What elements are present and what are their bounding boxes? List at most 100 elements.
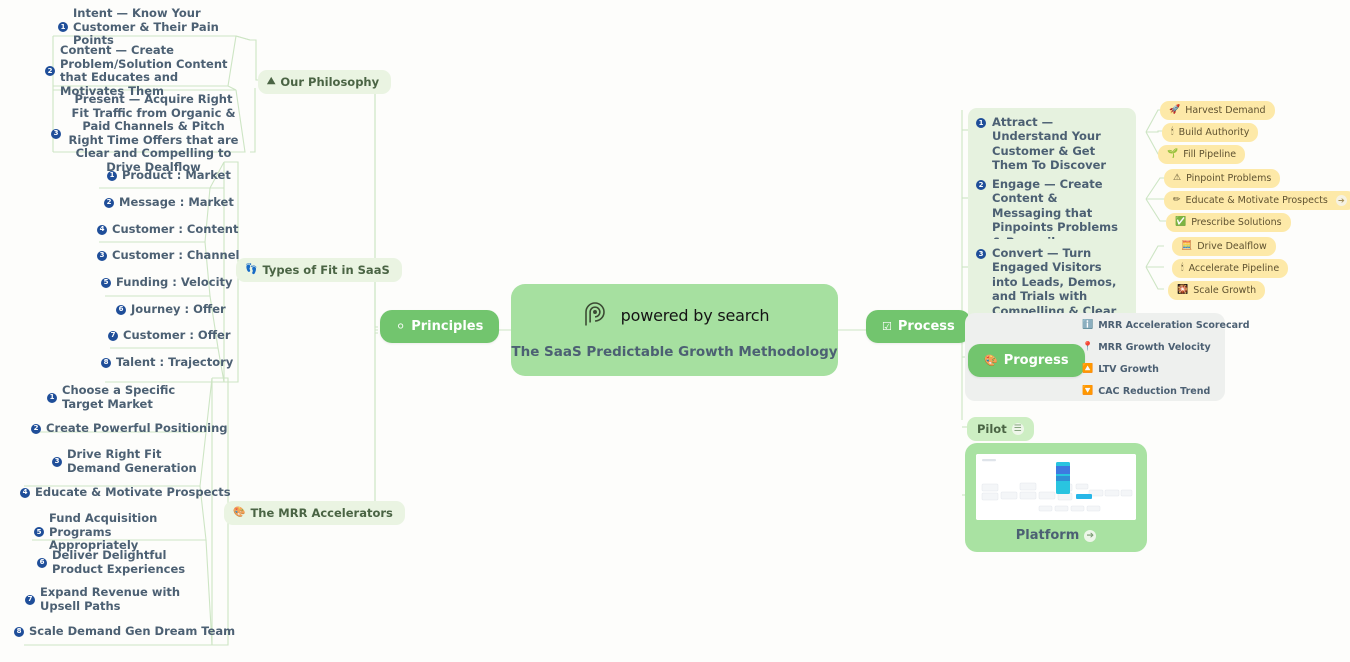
item-number-badge: 2 — [31, 423, 41, 434]
list-item[interactable]: 1 Choose a Specific Target Market — [47, 383, 197, 411]
item-number-badge: 5 — [101, 277, 111, 288]
chart-up-icon: 🔼 — [1082, 364, 1094, 374]
footprints-icon: 👣 — [245, 264, 258, 275]
item-number-badge: 4 — [20, 487, 30, 498]
tag-label: Harvest Demand — [1185, 105, 1266, 116]
mountain-icon: ⛰ — [267, 76, 276, 87]
branch-mrr-accelerators[interactable]: 🎨 The MRR Accelerators — [224, 501, 405, 525]
tag-label: Scale Growth — [1193, 285, 1257, 296]
item-number-badge: 7 — [25, 594, 35, 605]
list-item-label: Product : Market — [122, 168, 231, 182]
list-item-label: Journey : Offer — [131, 302, 226, 316]
list-item[interactable]: 6 Deliver Delightful Product Experiences — [37, 548, 195, 576]
list-item[interactable]: 8 Scale Demand Gen Dream Team — [14, 624, 236, 639]
candle-icon: 🕯 — [1171, 127, 1174, 137]
branch-label: Our Philosophy — [280, 75, 380, 89]
branch-label: The MRR Accelerators — [250, 506, 393, 520]
info-icon: ℹ️ — [1082, 320, 1094, 330]
list-item[interactable]: 8 Talent : Trajectory — [101, 355, 233, 370]
branch-platform[interactable]: Platform ➔ — [965, 443, 1147, 552]
brand-lockup: powered by search — [580, 300, 770, 330]
item-number-badge: 1 — [107, 170, 117, 181]
candle-icon: 🕯 — [1181, 263, 1184, 273]
chart-down-icon: 🔽 — [1082, 386, 1094, 396]
list-item-label: Educate & Motivate Prospects — [35, 485, 231, 499]
list-item[interactable]: 4 Educate & Motivate Prospects — [20, 485, 231, 500]
list-item[interactable]: 4 Customer : Content — [97, 222, 238, 237]
metric-row[interactable]: 📍 MRR Growth Velocity — [1082, 342, 1211, 353]
center-node[interactable]: powered by search The SaaS Predictable G… — [511, 284, 838, 376]
branch-process[interactable]: ☑ Process — [866, 310, 971, 343]
list-item[interactable]: 3 Drive Right Fit Demand Generation — [52, 447, 202, 475]
list-item-label: Fund Acquisition Programs Appropriately — [49, 511, 158, 553]
list-item[interactable]: 3 Customer : Channel — [97, 248, 239, 263]
sparkler-icon: 🎇 — [1177, 285, 1189, 295]
metric-row[interactable]: 🔽 CAC Reduction Trend — [1082, 386, 1210, 397]
tag-harvest-demand[interactable]: 🚀 Harvest Demand — [1160, 101, 1275, 120]
branch-label: Pilot — [977, 422, 1007, 436]
metric-label: MRR Growth Velocity — [1098, 342, 1211, 353]
tag-build-authority[interactable]: 🕯 Build Authority — [1162, 123, 1259, 142]
tag-educate-motivate-prospects[interactable]: ✏ Educate & Motivate Prospects ➔ — [1164, 191, 1350, 210]
metric-label: CAC Reduction Trend — [1098, 386, 1211, 397]
tag-label: Educate & Motivate Prospects — [1185, 195, 1328, 206]
list-item[interactable]: 7 Expand Revenue with Upsell Paths — [25, 585, 187, 613]
list-item[interactable]: 1 Intent — Know Your Customer & Their Pa… — [58, 6, 238, 48]
item-number-badge: 1 — [47, 392, 57, 403]
item-number-badge: 4 — [97, 224, 107, 235]
palette-icon: 🎨 — [233, 507, 246, 518]
pin-icon: 📍 — [1082, 342, 1094, 352]
list-item[interactable]: 2 Message : Market — [104, 195, 234, 210]
branch-principles[interactable]: ⚪ Principles — [380, 310, 500, 343]
list-item-label: Choose a Specific Target Market — [62, 383, 176, 411]
list-item-label: Scale Demand Gen Dream Team — [29, 624, 236, 638]
ballot-box-with-check-icon: ☑ — [882, 320, 892, 333]
list-item[interactable]: 2 Content — Create Problem/Solution Cont… — [45, 43, 240, 98]
item-number-badge: 6 — [116, 304, 126, 315]
metric-row[interactable]: 🔼 LTV Growth — [1082, 364, 1159, 375]
list-chip-icon[interactable]: ☰ — [1011, 423, 1024, 435]
arrow-right-chip-icon[interactable]: ➔ — [1084, 529, 1097, 542]
abacus-icon: 🧮 — [1181, 241, 1193, 251]
pencil-icon: ✏ — [1173, 195, 1181, 205]
tag-drive-dealflow[interactable]: 🧮 Drive Dealflow — [1172, 237, 1276, 256]
list-item-label: Customer : Offer — [123, 328, 231, 342]
powered-by-search-spiral-logo — [584, 302, 605, 326]
tag-label: Accelerate Pipeline — [1188, 263, 1280, 274]
list-item[interactable]: 2 Create Powerful Positioning — [31, 421, 228, 436]
metric-row[interactable]: ℹ️ MRR Acceleration Scorecard — [1082, 320, 1250, 331]
tag-label: Prescribe Solutions — [1191, 217, 1282, 228]
branch-progress[interactable]: 🎨 Progress — [968, 344, 1085, 377]
tag-scale-growth[interactable]: 🎇 Scale Growth — [1168, 281, 1266, 300]
list-item-label: Deliver Delightful Product Experiences — [52, 548, 186, 576]
branch-label: Types of Fit in SaaS — [262, 263, 390, 277]
item-number-badge: 6 — [37, 557, 47, 568]
branch-pilot[interactable]: Pilot ☰ — [967, 417, 1034, 441]
tag-fill-pipeline[interactable]: 🌱 Fill Pipeline — [1158, 145, 1246, 164]
branch-our-philosophy[interactable]: ⛰ Our Philosophy — [258, 70, 392, 94]
list-item[interactable]: 1 Product : Market — [107, 168, 231, 183]
rocket-icon: 🚀 — [1169, 105, 1181, 115]
list-item[interactable]: 5 Funding : Velocity — [101, 275, 233, 290]
item-number-badge: 3 — [97, 250, 107, 261]
list-item-label: Present — Acquire Right Fit Traffic from… — [68, 92, 239, 174]
warning-icon: ⚠ — [1173, 173, 1182, 183]
branch-label: Progress — [1003, 353, 1069, 368]
item-number-badge: 7 — [108, 330, 118, 341]
list-item-label: Create Powerful Positioning — [46, 421, 228, 435]
list-item-label: Expand Revenue with Upsell Paths — [40, 585, 181, 613]
mindmap-canvas[interactable]: 1 Intent — Know Your Customer & Their Pa… — [0, 0, 1350, 662]
mindmap-screenshot-thumbnail — [976, 454, 1136, 520]
list-item-label: Content — Create Problem/Solution Conten… — [60, 43, 228, 98]
tag-label: Build Authority — [1178, 127, 1250, 138]
tag-pinpoint-problems[interactable]: ⚠ Pinpoint Problems — [1164, 169, 1281, 188]
tag-accelerate-pipeline[interactable]: 🕯 Accelerate Pipeline — [1172, 259, 1289, 278]
branch-types-of-fit[interactable]: 👣 Types of Fit in SaaS — [236, 258, 402, 282]
white-dot-icon: ⚪ — [396, 320, 406, 333]
list-item[interactable]: 7 Customer : Offer — [108, 328, 231, 343]
tag-prescribe-solutions[interactable]: ✅ Prescribe Solutions — [1166, 213, 1291, 232]
list-item[interactable]: 3 Present — Acquire Right Fit Traffic fr… — [51, 92, 241, 174]
list-item[interactable]: 5 Fund Acquisition Programs Appropriatel… — [34, 511, 194, 553]
arrow-right-chip-icon[interactable]: ➔ — [1335, 195, 1347, 206]
list-item[interactable]: 6 Journey : Offer — [116, 302, 226, 317]
